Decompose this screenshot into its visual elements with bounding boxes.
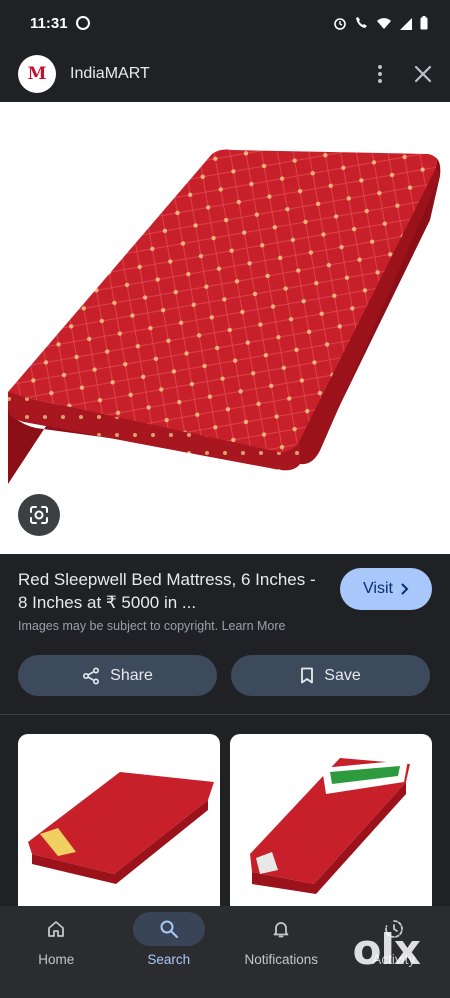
nav-search-label: Search [147,952,191,967]
close-icon[interactable] [414,65,432,83]
save-button[interactable]: Save [231,655,430,696]
status-time: 11:31 [30,14,68,32]
result-info: Red Sleepwell Bed Mattress, 6 Inches - 8… [0,554,450,714]
more-vert-icon[interactable] [378,65,382,83]
bell-icon [273,922,289,938]
alarm-icon [334,18,346,30]
bookmark-icon [301,667,314,684]
chevron-right-icon [401,583,409,595]
home-icon [48,921,65,937]
visit-label: Visit [363,580,393,597]
share-label: Share [110,666,153,684]
mattress-thumbnail [250,758,410,894]
nav-notifications-label: Notifications [244,952,319,967]
site-logo[interactable]: M [18,55,56,93]
nav-home-label: Home [38,952,75,967]
site-header: M IndiaMART [0,46,450,102]
mattress-thumbnail [28,772,214,884]
lens-button[interactable] [18,494,60,536]
whatsapp-icon [75,16,90,30]
nav-home[interactable]: Home [4,912,108,998]
battery-icon [420,16,428,30]
olx-watermark: olx [352,925,421,974]
related-image-2[interactable] [230,734,432,914]
share-icon [83,666,100,685]
product-image[interactable] [0,102,450,554]
related-image-1[interactable] [18,734,220,914]
google-lens-icon [30,506,48,524]
wifi-call-icon [356,17,367,28]
site-name[interactable]: IndiaMART [70,65,150,83]
nav-notifications[interactable]: Notifications [229,912,333,998]
logo-text: M [27,64,47,84]
search-icon [160,920,178,938]
share-button[interactable]: Share [18,655,217,696]
mattress-image [8,149,441,484]
copyright-note[interactable]: Images may be subject to copyright. Lear… [18,619,286,633]
result-title[interactable]: Red Sleepwell Bed Mattress, 6 Inches - 8… [18,568,318,614]
nav-search[interactable]: Search [117,912,221,998]
signal-icon [400,17,412,30]
visit-button[interactable]: Visit [340,568,432,610]
status-bar: 11:31 [0,0,450,46]
section-divider [0,714,450,715]
wifi-icon [377,17,391,29]
save-label: Save [324,666,361,684]
